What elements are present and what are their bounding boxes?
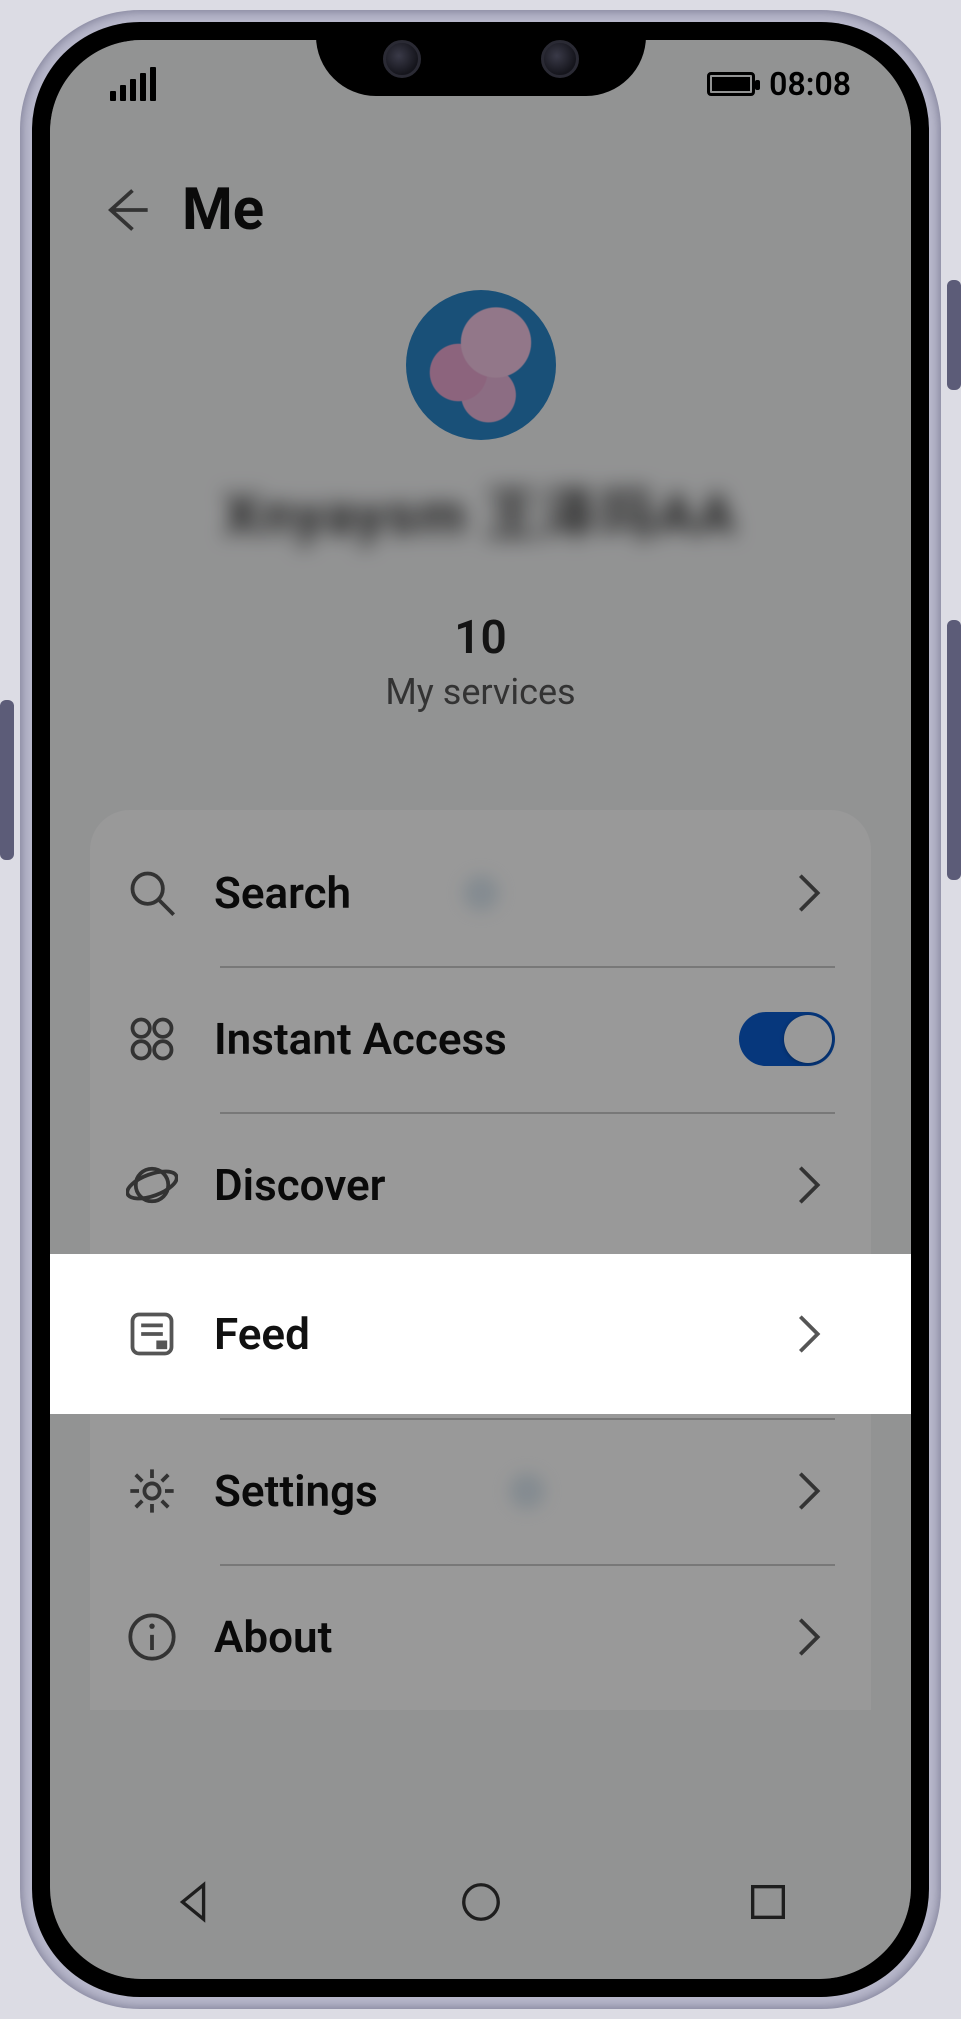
my-services-label: My services xyxy=(385,671,575,713)
profile-section: Xnyaysm 王泽玛AA 10 My services xyxy=(50,290,911,713)
info-icon xyxy=(126,1611,178,1663)
signal-icon xyxy=(110,67,156,101)
front-camera-icon xyxy=(541,40,579,78)
avatar[interactable] xyxy=(406,290,556,440)
nav-recent-icon[interactable] xyxy=(745,1879,791,1929)
android-nav-bar xyxy=(50,1849,911,1959)
instant-access-toggle[interactable] xyxy=(739,1012,835,1066)
battery-icon xyxy=(707,72,755,96)
menu-item-label: Instant Access xyxy=(214,1013,703,1065)
clock: 08:08 xyxy=(769,65,851,103)
username: Xnyaysm 王泽玛AA xyxy=(224,470,737,551)
phone-screen: 08:08 Me Xnyaysm 王泽玛AA 10 My services xyxy=(50,40,911,1979)
menu-item-settings[interactable]: Settings xyxy=(90,1418,871,1564)
chevron-right-icon xyxy=(783,867,835,919)
menu-item-about[interactable]: About xyxy=(90,1564,871,1710)
phone-frame: 08:08 Me Xnyaysm 王泽玛AA 10 My services xyxy=(20,10,941,2009)
chevron-right-icon xyxy=(783,1465,835,1517)
chevron-right-icon xyxy=(783,1159,835,1211)
blurred-indicator-icon xyxy=(509,1473,545,1509)
phone-side-button-power xyxy=(947,280,961,390)
nav-home-icon[interactable] xyxy=(458,1879,504,1929)
search-icon xyxy=(126,867,178,919)
nav-back-icon[interactable] xyxy=(171,1879,217,1929)
phone-bezel: 08:08 Me Xnyaysm 王泽玛AA 10 My services xyxy=(32,22,929,1997)
menu-item-feed[interactable]: Feed xyxy=(50,1254,911,1414)
page-title: Me xyxy=(182,176,264,244)
menu-item-label: Feed xyxy=(214,1308,747,1360)
my-services-count[interactable]: 10 xyxy=(454,611,507,665)
feed-icon xyxy=(126,1308,178,1360)
gear-icon xyxy=(126,1465,178,1517)
menu-item-label: About xyxy=(214,1611,747,1663)
menu-item-search[interactable]: Search xyxy=(90,820,871,966)
blurred-indicator-icon xyxy=(463,875,499,911)
menu-item-label: Discover xyxy=(214,1159,747,1211)
chevron-right-icon xyxy=(783,1611,835,1663)
menu-item-label: Settings xyxy=(214,1465,747,1517)
phone-side-button-left xyxy=(0,700,14,860)
phone-side-button-volume xyxy=(947,620,961,880)
menu-item-instant-access: Instant Access xyxy=(90,966,871,1112)
app-bar: Me xyxy=(50,140,911,280)
apps-grid-icon xyxy=(126,1013,178,1065)
menu-item-discover[interactable]: Discover xyxy=(90,1112,871,1258)
planet-icon xyxy=(126,1159,178,1211)
phone-notch xyxy=(316,22,646,96)
front-camera-icon xyxy=(383,40,421,78)
back-icon[interactable] xyxy=(100,184,152,236)
chevron-right-icon xyxy=(783,1308,835,1360)
